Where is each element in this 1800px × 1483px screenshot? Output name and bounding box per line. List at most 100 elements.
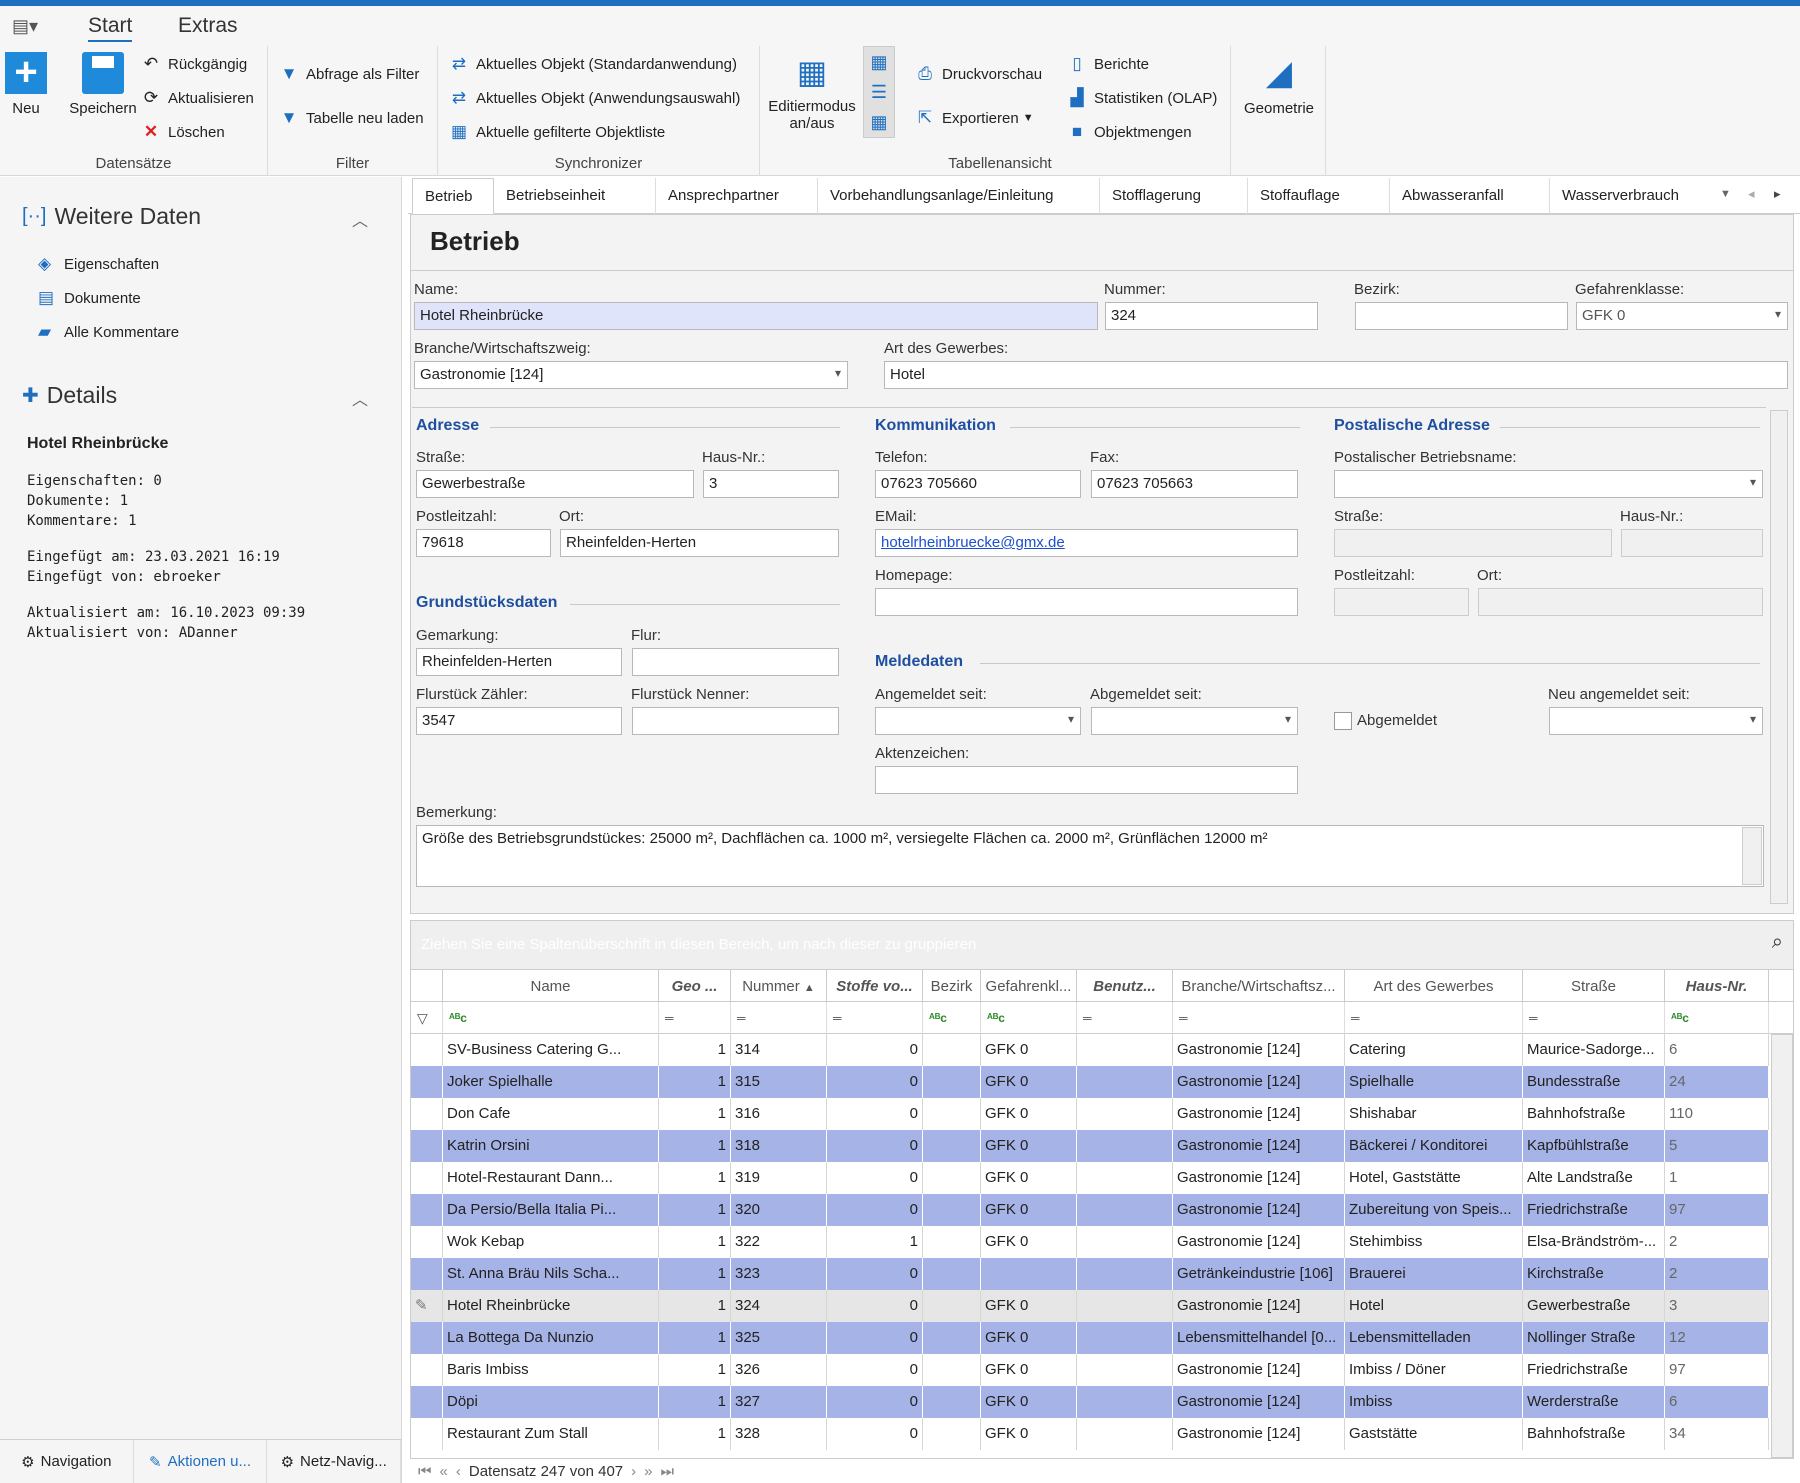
table-row[interactable]: Katrin Orsini 1 318 0 GFK 0 Gastronomie [124]… (411, 1130, 1769, 1162)
geometry-button[interactable]: ◢ Geometrie (1237, 52, 1321, 117)
cell-nummer[interactable]: 325 (731, 1322, 827, 1354)
col-hausnr[interactable]: Haus-Nr. (1665, 970, 1769, 1003)
cell-nummer[interactable]: 315 (731, 1066, 827, 1098)
cell-benutzer[interactable] (1077, 1354, 1173, 1386)
row-indicator[interactable] (411, 1066, 443, 1098)
cell-art[interactable]: Brauerei (1345, 1258, 1523, 1290)
link-dokumente[interactable]: ▤ Dokumente (38, 288, 141, 308)
cell-hausnr[interactable]: 2 (1665, 1258, 1769, 1290)
table-row[interactable]: St. Anna Bräu Nils Scha... 1 323 0 Getränkei… (411, 1258, 1769, 1290)
flur-field[interactable] (632, 648, 839, 676)
sync-current-standard-button[interactable]: ⇄ Aktuelles Objekt (Standardanwendung) (448, 54, 737, 74)
filter-text-icon[interactable]: ᴬᴮc (923, 1002, 981, 1034)
cell-name[interactable]: Restaurant Zum Stall (443, 1418, 659, 1450)
cell-gefahrenklasse[interactable]: GFK 0 (981, 1386, 1077, 1418)
query-as-filter-button[interactable]: ▼ Abfrage als Filter (278, 64, 420, 84)
cell-bezirk[interactable] (923, 1290, 981, 1322)
filter-equals-icon[interactable]: ═ (659, 1002, 731, 1034)
cell-hausnr[interactable]: 110 (1665, 1098, 1769, 1130)
cell-stoffe[interactable]: 0 (827, 1066, 923, 1098)
cell-bezirk[interactable] (923, 1226, 981, 1258)
email-link[interactable]: hotelrheinbruecke@gmx.de (881, 534, 1065, 551)
art-field[interactable]: Hotel (884, 361, 1788, 389)
cell-strasse[interactable]: Nollinger Straße (1523, 1322, 1665, 1354)
cell-bezirk[interactable] (923, 1194, 981, 1226)
post-betriebsname-select[interactable] (1334, 470, 1763, 498)
tab-betrieb[interactable]: Betrieb (412, 178, 494, 214)
cell-art[interactable]: Shishabar (1345, 1098, 1523, 1130)
cell-gefahrenklasse[interactable]: GFK 0 (981, 1418, 1077, 1450)
cell-nummer[interactable]: 324 (731, 1290, 827, 1322)
cell-geo[interactable]: 1 (659, 1162, 731, 1194)
cell-name[interactable]: Joker Spielhalle (443, 1066, 659, 1098)
row-indicator[interactable] (411, 1322, 443, 1354)
cell-gefahrenklasse[interactable]: GFK 0 (981, 1322, 1077, 1354)
cell-art[interactable]: Hotel, Gaststätte (1345, 1162, 1523, 1194)
cell-strasse[interactable]: Werderstraße (1523, 1386, 1665, 1418)
cell-art[interactable]: Imbiss (1345, 1386, 1523, 1418)
cell-strasse[interactable]: Alte Landstraße (1523, 1162, 1665, 1194)
nav-tab-netz[interactable]: ⚙ Netz-Navig... (267, 1440, 402, 1483)
cell-nummer[interactable]: 327 (731, 1386, 827, 1418)
cell-benutzer[interactable] (1077, 1386, 1173, 1418)
cell-benutzer[interactable] (1077, 1162, 1173, 1194)
cell-strasse[interactable]: Friedrichstraße (1523, 1354, 1665, 1386)
row-indicator[interactable] (411, 1194, 443, 1226)
homepage-field[interactable] (875, 588, 1298, 616)
statistics-button[interactable]: ▟ Statistiken (OLAP) (1066, 88, 1217, 108)
cell-benutzer[interactable] (1077, 1194, 1173, 1226)
hausnr-field[interactable]: 3 (703, 470, 839, 498)
sync-current-selection-button[interactable]: ⇄ Aktuelles Objekt (Anwendungsauswahl) (448, 88, 740, 108)
cell-hausnr[interactable]: 24 (1665, 1066, 1769, 1098)
object-sets-button[interactable]: ■ Objektmengen (1066, 122, 1192, 142)
col-art[interactable]: Art des Gewerbes (1345, 970, 1523, 1003)
tab-start[interactable]: Start (88, 14, 133, 42)
cell-name[interactable]: Don Cafe (443, 1098, 659, 1130)
nav-tab-navigation[interactable]: ⚙ Navigation (0, 1440, 134, 1483)
cell-geo[interactable]: 1 (659, 1418, 731, 1450)
cell-strasse[interactable]: Elsa-Brändström-... (1523, 1226, 1665, 1258)
row-indicator[interactable] (411, 1130, 443, 1162)
print-preview-button[interactable]: ⎙ Druckvorschau (914, 64, 1042, 84)
next-page-icon[interactable]: » (644, 1463, 652, 1480)
chevron-up-icon[interactable]: ︿ (352, 386, 368, 410)
row-indicator[interactable] (411, 1162, 443, 1194)
prev-page-icon[interactable]: « (440, 1463, 448, 1480)
cell-gefahrenklasse[interactable]: GFK 0 (981, 1226, 1077, 1258)
view-layout-icons[interactable]: ▦ ☰ ▦ (863, 46, 895, 138)
col-gefahrenklasse[interactable]: Gefahrenkl... (981, 970, 1077, 1003)
gefahrenklasse-select[interactable]: GFK 0 (1576, 302, 1788, 330)
delete-button[interactable]: ✕ Löschen (140, 122, 225, 142)
cell-branche[interactable]: Getränkeindustrie [106] (1173, 1258, 1345, 1290)
cell-bezirk[interactable] (923, 1418, 981, 1450)
plz-field[interactable]: 79618 (416, 529, 551, 557)
cell-geo[interactable]: 1 (659, 1386, 731, 1418)
cell-stoffe[interactable]: 0 (827, 1258, 923, 1290)
cell-nummer[interactable]: 328 (731, 1418, 827, 1450)
cell-stoffe[interactable]: 0 (827, 1034, 923, 1066)
last-record-icon[interactable]: ⏭ (660, 1463, 674, 1480)
cell-strasse[interactable]: Bahnhofstraße (1523, 1098, 1665, 1130)
app-menu-icon[interactable]: ▤▾ (12, 16, 38, 37)
cell-name[interactable]: Baris Imbiss (443, 1354, 659, 1386)
table-row[interactable]: Döpi 1 327 0 GFK 0 Gastronomie [124] Imbiss Wer… (411, 1386, 1769, 1418)
cell-branche[interactable]: Gastronomie [124] (1173, 1354, 1345, 1386)
cell-branche[interactable]: Gastronomie [124] (1173, 1098, 1345, 1130)
cell-strasse[interactable]: Friedrichstraße (1523, 1194, 1665, 1226)
table-row[interactable]: Hotel-Restaurant Dann... 1 319 0 GFK 0 Gastro… (411, 1162, 1769, 1194)
row-indicator[interactable] (411, 1098, 443, 1130)
cell-bezirk[interactable] (923, 1130, 981, 1162)
tab-wasserverbrauch[interactable]: Wasserverbrauch (1550, 178, 1720, 214)
cell-hausnr[interactable]: 6 (1665, 1386, 1769, 1418)
cell-stoffe[interactable]: 0 (827, 1418, 923, 1450)
cell-gefahrenklasse[interactable]: GFK 0 (981, 1194, 1077, 1226)
cell-nummer[interactable]: 319 (731, 1162, 827, 1194)
cell-benutzer[interactable] (1077, 1066, 1173, 1098)
telefon-field[interactable]: 07623 705660 (875, 470, 1081, 498)
cell-geo[interactable]: 1 (659, 1194, 731, 1226)
cell-hausnr[interactable]: 1 (1665, 1162, 1769, 1194)
angemeldet-date[interactable] (875, 707, 1081, 735)
cell-art[interactable]: Stehimbiss (1345, 1226, 1523, 1258)
tab-abwasseranfall[interactable]: Abwasseranfall (1390, 178, 1550, 214)
cell-stoffe[interactable]: 0 (827, 1098, 923, 1130)
